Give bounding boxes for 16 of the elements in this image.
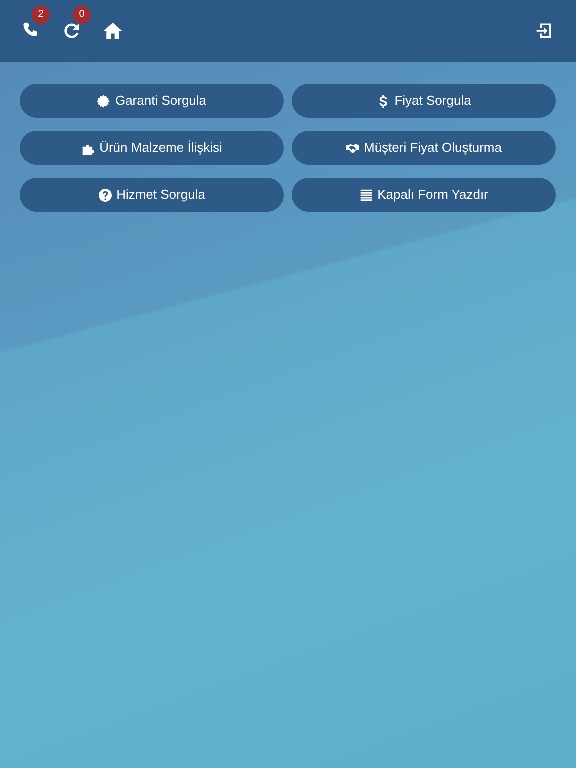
menu-button[interactable]: Garanti Sorgula (20, 84, 284, 118)
refresh-icon (62, 21, 82, 41)
menu-button[interactable]: Fiyat Sorgula (292, 84, 556, 118)
question-icon (98, 188, 112, 202)
menu-button[interactable]: Ürün Malzeme İlişkisi (20, 131, 284, 165)
menu-button[interactable]: Hizmet Sorgula (20, 178, 284, 212)
home-icon (103, 21, 123, 41)
home-button[interactable] (102, 20, 124, 42)
handshake-icon (346, 142, 359, 154)
dollar-icon (376, 94, 390, 108)
count-badge: 0 (73, 6, 91, 24)
count-badge: 2 (32, 6, 50, 24)
menu-button[interactable]: Müşteri Fiyat Oluşturma (292, 131, 556, 165)
list-icon (360, 188, 373, 202)
menu-button[interactable]: Kapalı Form Yazdır (292, 178, 556, 212)
seal-icon (97, 94, 110, 108)
